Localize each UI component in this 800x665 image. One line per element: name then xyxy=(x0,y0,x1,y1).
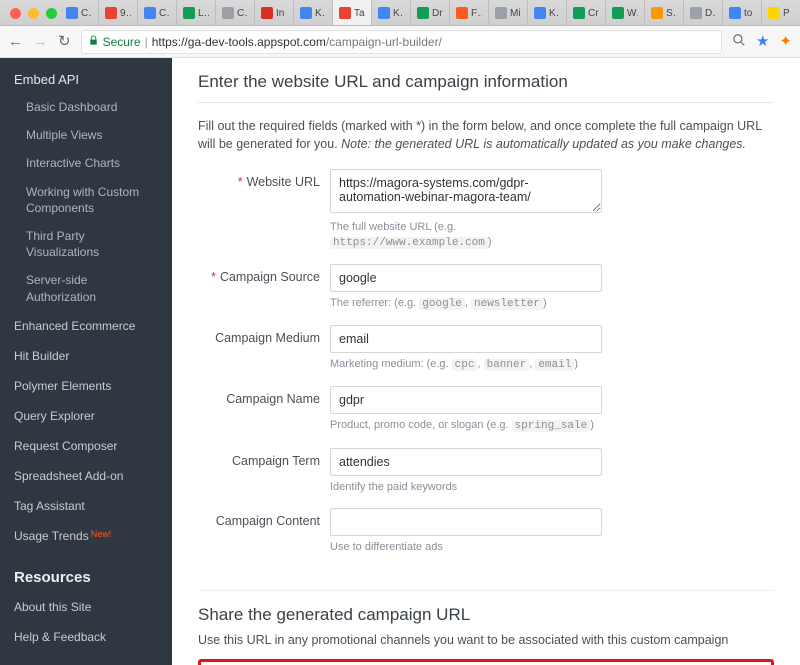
lock-icon xyxy=(88,35,99,49)
browser-tab[interactable]: LS xyxy=(177,0,216,26)
row-campaign-source: *Campaign Source The referrer: (e.g. goo… xyxy=(198,264,774,311)
share-heading: Share the generated campaign URL xyxy=(198,605,774,625)
sidebar-item[interactable]: Multiple Views xyxy=(0,121,172,149)
form-lead: Fill out the required fields (marked wit… xyxy=(198,117,774,153)
browser-tabstrip: Cp9 cCpLSCoInKaTaKaDrFoMiKaCrWrSEDotoP xyxy=(0,0,800,26)
browser-tab[interactable]: Wr xyxy=(606,0,645,26)
favicon xyxy=(261,7,273,19)
sidebar-item[interactable]: Working with Custom Components xyxy=(0,178,172,222)
browser-tab[interactable]: Cp xyxy=(138,0,177,26)
browser-tab[interactable]: Dr xyxy=(411,0,450,26)
secure-label: Secure xyxy=(103,35,141,49)
favicon xyxy=(105,7,117,19)
forward-button[interactable]: → xyxy=(33,34,48,49)
main-content: Enter the website URL and campaign infor… xyxy=(172,58,800,665)
favicon xyxy=(534,7,546,19)
browser-tab[interactable]: P xyxy=(762,0,800,26)
sidebar-item[interactable]: About this Site xyxy=(0,592,172,622)
website-url-hint: The full website URL (e.g. https://www.e… xyxy=(330,220,602,250)
window-controls xyxy=(10,8,57,19)
sidebar-item[interactable]: Server-side Authorization xyxy=(0,266,172,310)
row-campaign-term: Campaign Term Identify the paid keywords xyxy=(198,448,774,494)
campaign-name-input[interactable] xyxy=(330,386,602,414)
minimize-window-button[interactable] xyxy=(28,8,39,19)
favicon xyxy=(573,7,585,19)
close-window-button[interactable] xyxy=(10,8,21,19)
browser-tab[interactable]: Fo xyxy=(450,0,489,26)
browser-tab[interactable]: Co xyxy=(216,0,255,26)
address-bar[interactable]: Secure | https://ga-dev-tools.appspot.co… xyxy=(81,30,722,54)
row-website-url: *Website URL https://magora-systems.com/… xyxy=(198,169,774,250)
sidebar-item[interactable]: Request Composer xyxy=(0,431,172,461)
new-badge: New! xyxy=(91,529,112,539)
row-campaign-name: Campaign Name Product, promo code, or sl… xyxy=(198,386,774,433)
search-page-icon[interactable] xyxy=(732,33,746,50)
website-url-input[interactable]: https://magora-systems.com/gdpr-automati… xyxy=(330,169,602,213)
favicon xyxy=(690,7,702,19)
favicon xyxy=(456,7,468,19)
browser-tab[interactable]: Ta xyxy=(333,0,372,26)
sidebar: Embed API Basic DashboardMultiple ViewsI… xyxy=(0,58,172,665)
browser-tab[interactable]: to xyxy=(723,0,762,26)
browser-tab[interactable]: Mi xyxy=(489,0,528,26)
sidebar-item[interactable]: Third Party Visualizations xyxy=(0,222,172,266)
maximize-window-button[interactable] xyxy=(46,8,57,19)
sidebar-item[interactable]: Polymer Elements xyxy=(0,371,172,401)
browser-tab[interactable]: Ka xyxy=(372,0,411,26)
favicon xyxy=(339,7,351,19)
bookmark-star-icon[interactable]: ★ xyxy=(756,34,769,49)
browser-tab[interactable]: Ka xyxy=(528,0,567,26)
favicon xyxy=(495,7,507,19)
reload-button[interactable]: ↻ xyxy=(58,34,71,49)
favicon xyxy=(729,7,741,19)
sidebar-item[interactable]: Enhanced Ecommerce xyxy=(0,311,172,341)
browser-tab[interactable]: In xyxy=(255,0,294,26)
favicon xyxy=(300,7,312,19)
extension-icon[interactable]: ✦ xyxy=(779,34,792,49)
campaign-term-input[interactable] xyxy=(330,448,602,476)
favicon xyxy=(417,7,429,19)
browser-toolbar: ← → ↻ Secure | https://ga-dev-tools.apps… xyxy=(0,26,800,58)
browser-tab[interactable]: Do xyxy=(684,0,723,26)
favicon xyxy=(378,7,390,19)
sidebar-item[interactable]: Basic Dashboard xyxy=(0,93,172,121)
browser-tab[interactable]: 9 c xyxy=(99,0,138,26)
favicon xyxy=(222,7,234,19)
browser-tab[interactable]: SE xyxy=(645,0,684,26)
browser-tab[interactable]: Ka xyxy=(294,0,333,26)
campaign-medium-input[interactable] xyxy=(330,325,602,353)
sidebar-section-embed[interactable]: Embed API xyxy=(0,66,172,93)
favicon xyxy=(183,7,195,19)
generated-url-highlight: https://magora-systems.com/gdpr-automati… xyxy=(198,659,774,665)
browser-tab[interactable]: Cr xyxy=(567,0,606,26)
sidebar-item[interactable]: Query Explorer xyxy=(0,401,172,431)
favicon xyxy=(768,7,780,19)
sidebar-item[interactable]: Help & Feedback xyxy=(0,622,172,652)
favicon xyxy=(66,7,78,19)
browser-tab[interactable]: Cp xyxy=(60,0,99,26)
favicon xyxy=(144,7,156,19)
sidebar-item[interactable]: Interactive Charts xyxy=(0,149,172,177)
back-button[interactable]: ← xyxy=(8,34,23,49)
sidebar-item[interactable]: Spreadsheet Add-on xyxy=(0,461,172,491)
sidebar-item[interactable]: Tag Assistant xyxy=(0,491,172,521)
sidebar-section-resources: Resources xyxy=(0,551,172,592)
share-subtext: Use this URL in any promotional channels… xyxy=(198,633,774,647)
campaign-source-input[interactable] xyxy=(330,264,602,292)
campaign-content-input[interactable] xyxy=(330,508,602,536)
favicon xyxy=(612,7,624,19)
sidebar-item[interactable]: Usage TrendsNew! xyxy=(0,521,172,551)
sidebar-item[interactable]: Hit Builder xyxy=(0,341,172,371)
favicon xyxy=(651,7,663,19)
row-campaign-medium: Campaign Medium Marketing medium: (e.g. … xyxy=(198,325,774,372)
row-campaign-content: Campaign Content Use to differentiate ad… xyxy=(198,508,774,554)
form-heading: Enter the website URL and campaign infor… xyxy=(198,72,774,103)
